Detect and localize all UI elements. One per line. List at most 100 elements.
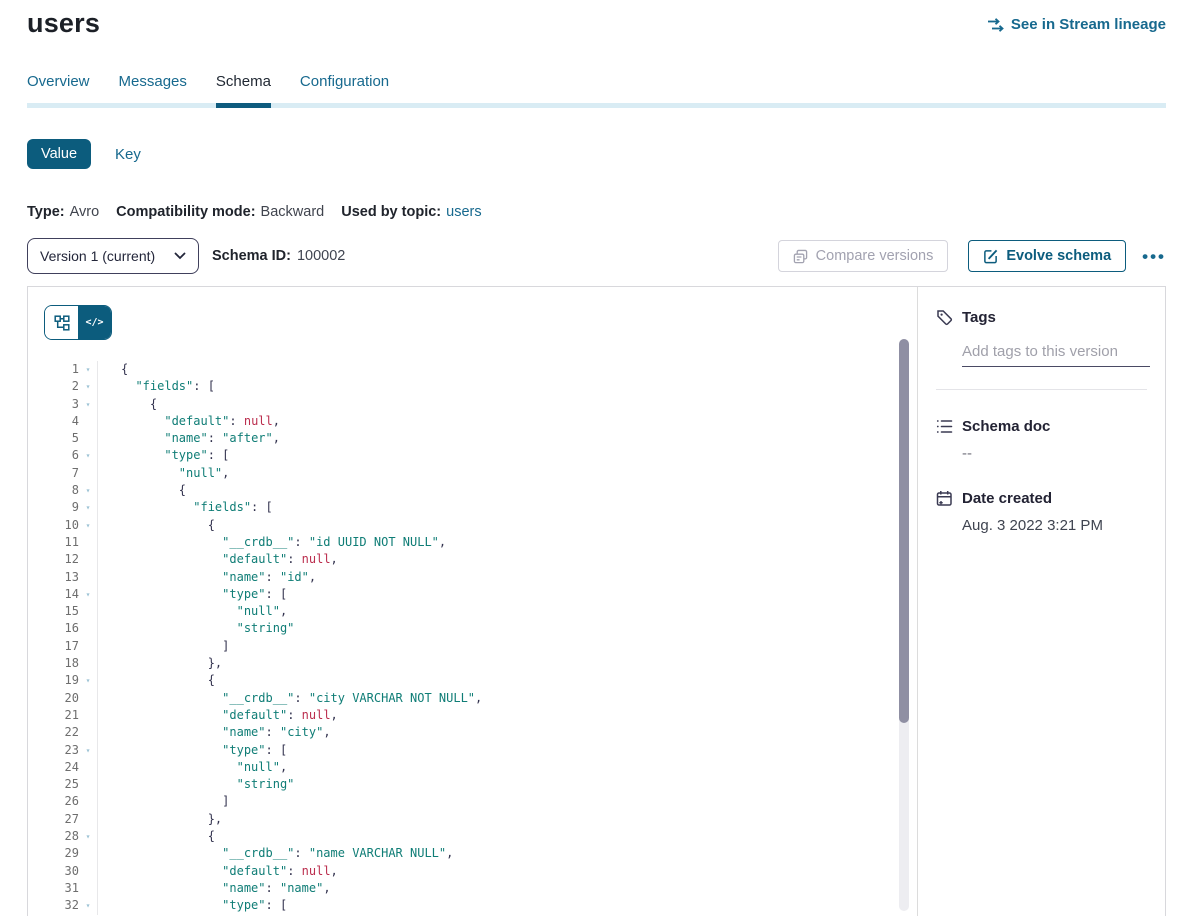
code-line: { [121, 361, 482, 378]
code-area: 1234567891011121314151617181920212223242… [44, 361, 917, 915]
fold-arrow-icon[interactable]: ▾ [79, 482, 97, 499]
code-line: "string" [121, 776, 482, 793]
date-created-value: Aug. 3 2022 3:21 PM [962, 517, 1147, 534]
code-line: "type": [ [121, 586, 482, 603]
evolve-schema-button[interactable]: Evolve schema [968, 240, 1126, 272]
type-group: Type: Avro [27, 204, 99, 220]
line-number: 20 [44, 690, 79, 707]
compatibility-group: Compatibility mode: Backward [116, 204, 324, 220]
fold-arrow-icon[interactable]: ▾ [79, 499, 97, 516]
version-select-value: Version 1 (current) [40, 248, 155, 264]
fold-arrow-icon[interactable]: ▾ [79, 447, 97, 464]
tab-bar: Overview Messages Schema Configuration [27, 73, 1166, 108]
date-created-section: Date created Aug. 3 2022 3:21 PM [936, 490, 1147, 534]
code-line: }, [121, 655, 482, 672]
schema-id-value: 100002 [297, 248, 345, 264]
code-line: "string" [121, 620, 482, 637]
fold-arrow-icon[interactable]: ▾ [79, 361, 97, 378]
line-number: 5 [44, 430, 79, 447]
version-bar: Version 1 (current) Schema ID: 100002 Co… [27, 238, 1166, 274]
code-line: "__crdb__": "name VARCHAR NULL", [121, 845, 482, 862]
schema-card: </> 123456789101112131415161718192021222… [27, 286, 1166, 916]
code-line: "default": null, [121, 707, 482, 724]
code-line: { [121, 828, 482, 845]
tab-messages[interactable]: Messages [119, 73, 187, 108]
tab-schema[interactable]: Schema [216, 73, 271, 108]
line-number: 2 [44, 378, 79, 395]
tab-overview[interactable]: Overview [27, 73, 90, 108]
tags-input[interactable] [962, 341, 1150, 367]
version-select[interactable]: Version 1 (current) [27, 238, 199, 274]
code-view-button[interactable]: </> [78, 306, 111, 339]
sidebar-divider [936, 389, 1147, 390]
line-number: 30 [44, 863, 79, 880]
code-line: "null", [121, 603, 482, 620]
compare-versions-button[interactable]: Compare versions [778, 240, 949, 272]
stream-lineage-label: See in Stream lineage [1011, 16, 1166, 33]
more-options-button[interactable]: ••• [1142, 248, 1166, 265]
line-number: 13 [44, 569, 79, 586]
compare-versions-label: Compare versions [816, 248, 934, 264]
schema-page: users See in Stream lineage Overview Mes… [0, 0, 1189, 916]
line-number: 31 [44, 880, 79, 897]
editor-scrollbar-thumb[interactable] [899, 339, 909, 723]
chevron-down-icon [174, 252, 186, 260]
tab-configuration[interactable]: Configuration [300, 73, 389, 108]
fold-arrow-icon[interactable]: ▾ [79, 897, 97, 914]
line-number: 16 [44, 620, 79, 637]
line-number: 32 [44, 897, 79, 914]
compatibility-label: Compatibility mode: [116, 204, 255, 220]
edit-icon [983, 249, 998, 264]
tree-view-button[interactable] [45, 306, 78, 339]
line-number: 17 [44, 638, 79, 655]
schema-doc-section: Schema doc -- [936, 418, 1147, 462]
evolve-schema-label: Evolve schema [1006, 248, 1111, 264]
line-number: 9 [44, 499, 79, 516]
fold-arrow-icon[interactable]: ▾ [79, 672, 97, 689]
line-number: 25 [44, 776, 79, 793]
gutter-fold-column: ▾▾▾▾▾▾▾▾▾▾▾▾ [79, 361, 98, 915]
fold-arrow-icon[interactable]: ▾ [79, 586, 97, 603]
code-line: "name": "city", [121, 724, 482, 741]
line-number: 8 [44, 482, 79, 499]
line-number: 7 [44, 465, 79, 482]
value-toggle-button[interactable]: Value [27, 139, 91, 169]
editor-scrollbar-track[interactable] [899, 339, 909, 911]
code-line: { [121, 396, 482, 413]
fold-arrow-icon[interactable]: ▾ [79, 517, 97, 534]
line-number: 15 [44, 603, 79, 620]
date-created-title: Date created [962, 490, 1052, 507]
line-number: 26 [44, 793, 79, 810]
schema-doc-value: -- [962, 445, 1147, 462]
line-number: 14 [44, 586, 79, 603]
topic-link[interactable]: users [446, 204, 481, 220]
key-toggle-link[interactable]: Key [115, 146, 141, 163]
tags-section-header: Tags [936, 309, 1147, 326]
schema-id-group: Schema ID: 100002 [212, 248, 345, 264]
line-number: 10 [44, 517, 79, 534]
line-number: 18 [44, 655, 79, 672]
code-line: "fields": [ [121, 499, 482, 516]
line-number: 1 [44, 361, 79, 378]
fold-arrow-icon[interactable]: ▾ [79, 396, 97, 413]
fold-arrow-icon[interactable]: ▾ [79, 828, 97, 845]
compare-versions-icon [793, 249, 808, 264]
line-number: 27 [44, 811, 79, 828]
used-by-topic-group: Used by topic: users [341, 204, 481, 220]
list-icon [936, 419, 953, 434]
type-value: Avro [70, 204, 100, 220]
code-line: { [121, 517, 482, 534]
code-line: "name": "after", [121, 430, 482, 447]
code-lines: { "fields": [ { "default": null, "name":… [98, 361, 482, 915]
page-title: users [27, 8, 100, 39]
code-icon: </> [85, 317, 103, 328]
stream-lineage-link[interactable]: See in Stream lineage [987, 16, 1166, 33]
line-number: 21 [44, 707, 79, 724]
code-line: "name": "name", [121, 880, 482, 897]
schema-doc-header: Schema doc [936, 418, 1147, 435]
fold-arrow-icon[interactable]: ▾ [79, 742, 97, 759]
fold-arrow-icon[interactable]: ▾ [79, 378, 97, 395]
tree-diagram-icon [54, 315, 70, 331]
code-line: "default": null, [121, 413, 482, 430]
calendar-plus-icon [936, 490, 953, 507]
